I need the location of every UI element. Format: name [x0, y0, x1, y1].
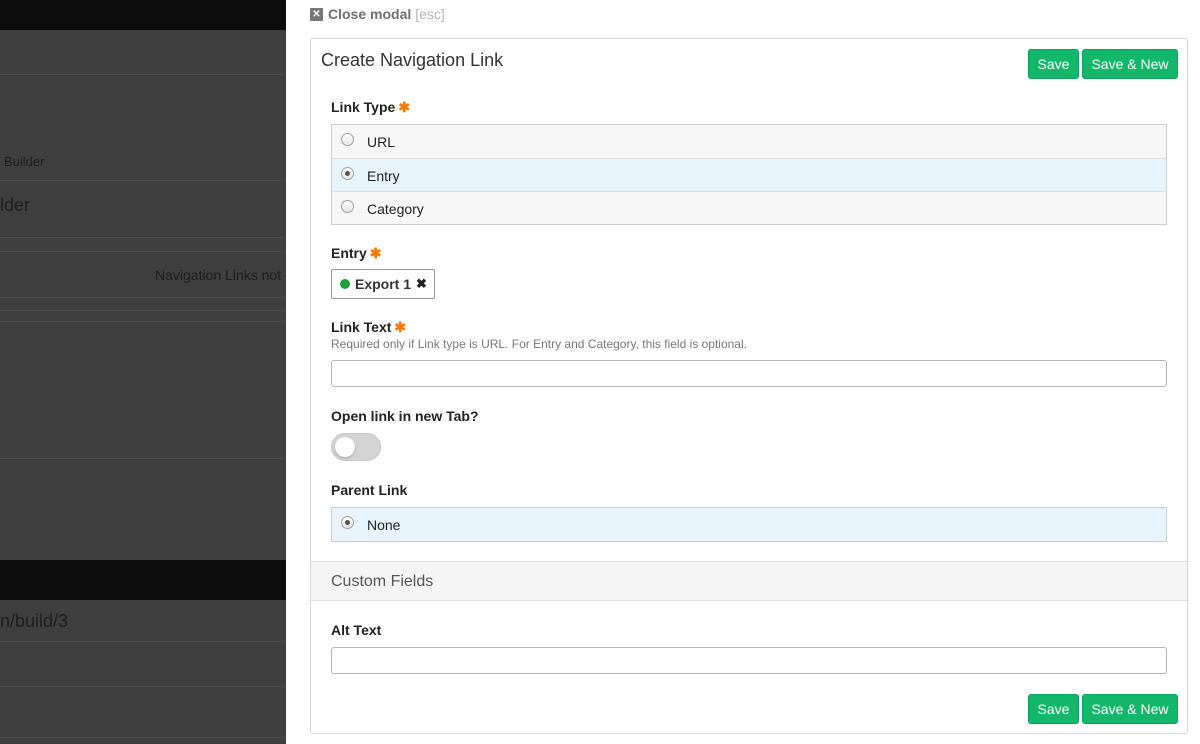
link-text-label: Link Text ✱ [331, 319, 406, 336]
link-text-input[interactable] [331, 360, 1167, 387]
link-type-label: Link Type ✱ [331, 99, 410, 116]
radio-button[interactable] [341, 200, 354, 213]
option-label[interactable]: Category [367, 201, 424, 217]
radio-button-selected[interactable] [341, 167, 354, 180]
background-page: Builder lder Navigation Links not n/buil… [0, 0, 286, 744]
toggle-knob[interactable] [335, 437, 355, 457]
background-divider [0, 74, 286, 75]
custom-fields-header: Custom Fields [311, 561, 1187, 601]
remove-icon[interactable]: ✖ [416, 276, 427, 292]
entry-chip-label: Export 1 [355, 276, 412, 292]
save-and-new-button-top[interactable]: Save & New [1082, 49, 1178, 79]
background-divider [0, 641, 286, 642]
radio-button-selected[interactable] [341, 516, 354, 529]
background-divider [0, 180, 286, 181]
background-breadcrumb: Builder [4, 154, 45, 169]
required-icon: ✱ [398, 99, 411, 115]
open-new-tab-label: Open link in new Tab? [331, 408, 479, 424]
radio-button[interactable] [341, 133, 354, 146]
modal-panel: ✕ Close modal [esc] Create Navigation Li… [286, 0, 1200, 744]
background-divider [0, 686, 286, 687]
alt-text-label: Alt Text [331, 622, 382, 638]
parent-link-radio-group: None [331, 507, 1167, 542]
background-divider [0, 310, 286, 311]
create-navigation-link-form: Create Navigation Link Save Save & New L… [310, 38, 1188, 734]
entry-label: Entry ✱ [331, 245, 382, 262]
close-modal-label[interactable]: Close modal [328, 6, 411, 22]
background-divider [0, 297, 286, 298]
save-button-bottom[interactable]: Save [1028, 694, 1079, 724]
required-icon: ✱ [369, 245, 382, 261]
entry-chip[interactable]: Export 1 ✖ [331, 269, 435, 299]
option-label[interactable]: Entry [367, 168, 400, 184]
link-text-help: Required only if Link type is URL. For E… [331, 337, 747, 351]
background-url-text: n/build/3 [0, 611, 69, 631]
close-icon[interactable]: ✕ [310, 7, 323, 21]
background-divider [0, 251, 286, 252]
parent-link-option-none[interactable]: None [332, 508, 1166, 541]
option-label[interactable]: None [367, 517, 400, 533]
save-and-new-button-bottom[interactable]: Save & New [1082, 694, 1178, 724]
background-divider [0, 458, 286, 459]
background-divider [0, 237, 286, 238]
parent-link-label: Parent Link [331, 482, 408, 498]
form-title: Create Navigation Link [321, 50, 504, 70]
close-modal-hint: [esc] [415, 6, 445, 22]
link-type-option-url[interactable]: URL [332, 125, 1166, 158]
background-divider [0, 737, 286, 738]
link-type-option-category[interactable]: Category [332, 191, 1166, 224]
open-new-tab-toggle[interactable] [331, 433, 381, 461]
link-type-label-text: Link Type [331, 99, 396, 115]
background-footer-bar [0, 560, 286, 600]
status-dot-icon [340, 279, 350, 289]
link-type-radio-group: URL Entry Category [331, 124, 1167, 225]
required-icon: ✱ [394, 319, 407, 335]
alt-text-input[interactable] [331, 647, 1167, 674]
background-header-bar [0, 0, 286, 30]
close-modal-link[interactable]: ✕ Close modal [esc] [310, 6, 445, 22]
link-type-option-entry[interactable]: Entry [332, 158, 1166, 191]
save-button-top[interactable]: Save [1028, 49, 1079, 79]
entry-label-text: Entry [331, 245, 367, 261]
option-label[interactable]: URL [367, 134, 395, 150]
background-title: lder [0, 195, 31, 215]
custom-fields-heading: Custom Fields [331, 573, 434, 590]
background-divider [0, 321, 286, 322]
link-text-label-text: Link Text [331, 319, 392, 335]
background-empty-message: Navigation Links not [155, 267, 282, 283]
